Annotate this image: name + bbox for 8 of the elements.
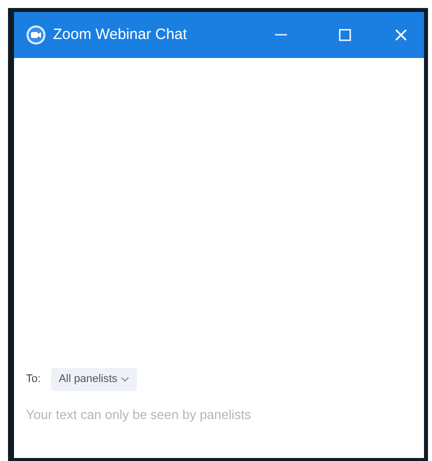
to-label: To: [26,372,41,387]
close-icon [395,29,407,41]
chevron-down-icon [121,376,130,382]
maximize-icon [339,29,351,41]
app-logo-icon [26,25,46,45]
recipient-dropdown[interactable]: All panelists [50,368,138,390]
minimize-icon [275,34,287,36]
window-title: Zoom Webinar Chat [53,24,187,45]
